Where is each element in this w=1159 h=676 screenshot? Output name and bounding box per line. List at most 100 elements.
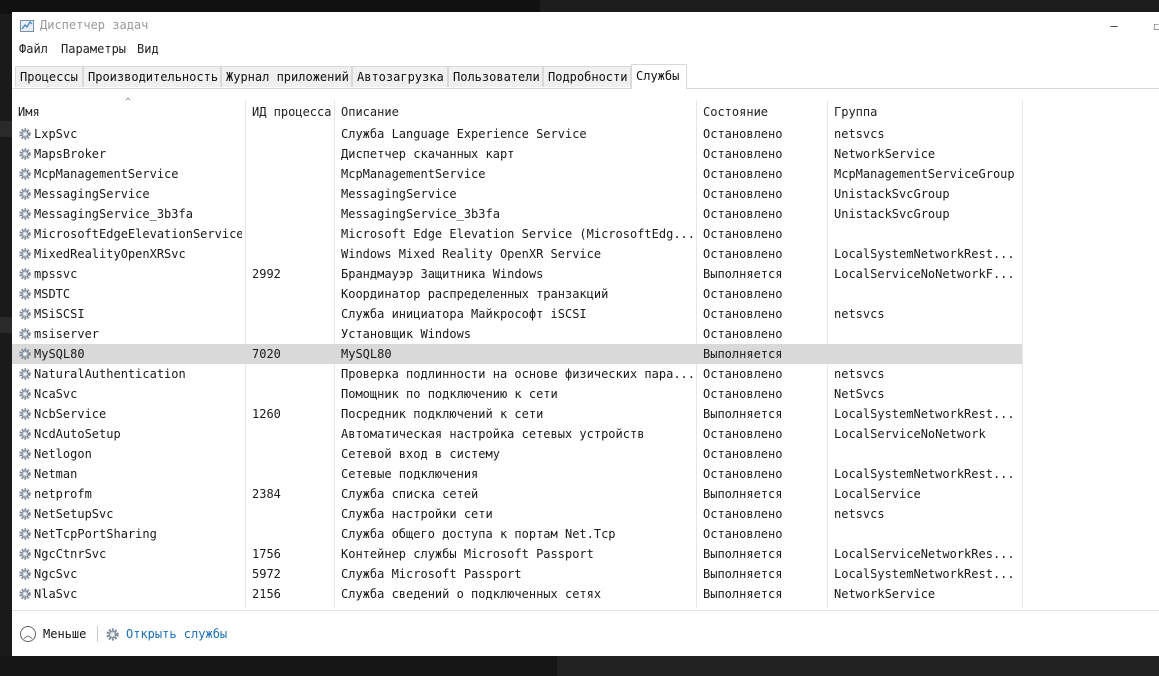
table-row[interactable]: Netman Сетевые подключения Остановлено Loca… bbox=[12, 464, 1022, 484]
service-gear-icon bbox=[19, 508, 31, 520]
service-status: Остановлено bbox=[703, 187, 783, 201]
table-row[interactable]: NetSetupSvc Служба настройки сети Остановл… bbox=[12, 504, 1022, 524]
service-status: Остановлено bbox=[703, 427, 783, 441]
tab-strip: Процессы Производительность Журнал прило… bbox=[12, 64, 1159, 89]
service-group: NetworkService bbox=[834, 587, 936, 601]
process-id: 1260 bbox=[252, 407, 281, 421]
table-row[interactable]: NgcCtnrSvc 1756 Контейнер службы Microsoft… bbox=[12, 544, 1022, 564]
service-name: NlaSvc bbox=[34, 587, 78, 601]
service-gear-icon bbox=[19, 388, 31, 400]
service-group: LocalSystemNetworkRest... bbox=[834, 407, 1015, 421]
service-status: Выполняется bbox=[703, 487, 783, 501]
service-gear-icon bbox=[19, 348, 31, 360]
service-group: LocalServiceNoNetworkF... bbox=[834, 267, 1015, 281]
menu-view[interactable]: Вид bbox=[137, 42, 159, 56]
service-status: Выполняется bbox=[703, 347, 783, 361]
table-row[interactable]: MixedRealityOpenXRSvc Windows Mixed Reali… bbox=[12, 244, 1022, 264]
service-gear-icon bbox=[19, 328, 31, 340]
table-row[interactable]: netprofm 2384 Служба списка сетей Выполняет… bbox=[12, 484, 1022, 504]
service-gear-icon bbox=[19, 268, 31, 280]
task-manager-icon bbox=[20, 20, 34, 32]
tab-users[interactable]: Пользователи bbox=[448, 66, 543, 87]
table-row[interactable]: MSDTC Координатор распределенных транзакц… bbox=[12, 284, 1022, 304]
fewer-details-button[interactable]: ︿ Меньше bbox=[20, 624, 86, 644]
tab-services[interactable]: Службы bbox=[631, 64, 687, 89]
chevron-up-icon: ︿ bbox=[20, 626, 36, 642]
process-id bbox=[252, 204, 332, 224]
service-status: Остановлено bbox=[703, 207, 783, 221]
service-name: NcdAutoSetup bbox=[34, 427, 121, 441]
tab-processes[interactable]: Процессы bbox=[15, 66, 83, 87]
column-header-status[interactable]: Состояние bbox=[697, 100, 827, 124]
service-gear-icon bbox=[19, 488, 31, 500]
menu-file[interactable]: Файл bbox=[19, 42, 48, 56]
process-id bbox=[252, 144, 332, 164]
column-header-name[interactable]: Имя bbox=[12, 100, 244, 124]
table-row[interactable]: Netlogon Сетевой вход в систему Остановлен… bbox=[12, 444, 1022, 464]
table-row[interactable]: MapsBroker Диспетчер скачанных карт Остано… bbox=[12, 144, 1022, 164]
table-row[interactable]: MicrosoftEdgeElevationService Microsoft E… bbox=[12, 224, 1022, 244]
gear-icon bbox=[106, 627, 119, 641]
service-gear-icon bbox=[19, 428, 31, 440]
service-description: Посредник подключений к сети bbox=[341, 407, 544, 421]
open-services-link[interactable]: Открыть службы bbox=[105, 624, 227, 644]
service-group: LocalServiceNetworkRes... bbox=[834, 547, 1015, 561]
table-row[interactable]: MessagingService MessagingService Остановл… bbox=[12, 184, 1022, 204]
tab-performance[interactable]: Производительность bbox=[83, 66, 221, 87]
service-gear-icon bbox=[19, 408, 31, 420]
process-id: 2156 bbox=[252, 587, 281, 601]
column-header-group[interactable]: Группа bbox=[828, 100, 1022, 124]
tab-details[interactable]: Подробности bbox=[543, 66, 631, 87]
service-status: Остановлено bbox=[703, 127, 783, 141]
title-bar: Диспетчер задач — ☐ bbox=[12, 12, 1159, 40]
process-id bbox=[252, 364, 332, 384]
column-header-pid[interactable]: ИД процесса bbox=[246, 100, 334, 124]
table-row[interactable]: mpssvc 2992 Брандмауэр Защитника Windows Вы… bbox=[12, 264, 1022, 284]
process-id bbox=[252, 464, 332, 484]
table-row[interactable]: MSiSCSI Служба инициатора Майкрософт iSCS… bbox=[12, 304, 1022, 324]
service-group bbox=[834, 444, 1020, 464]
service-description: Проверка подлинности на основе физически… bbox=[341, 367, 693, 381]
column-divider[interactable] bbox=[1022, 100, 1023, 608]
table-row[interactable]: msiserver Установщик Windows Остановлено bbox=[12, 324, 1022, 344]
process-id bbox=[252, 224, 332, 244]
service-name: NgcCtnrSvc bbox=[34, 547, 107, 561]
process-id bbox=[252, 304, 332, 324]
process-id bbox=[252, 524, 332, 544]
table-row[interactable]: NlaSvc 2156 Служба сведений о подключенных… bbox=[12, 584, 1022, 604]
tab-startup[interactable]: Автозагрузка bbox=[352, 66, 448, 87]
table-row[interactable]: NcdAutoSetup Автоматическая настройка сет… bbox=[12, 424, 1022, 444]
table-row[interactable]: NgcSvc 5972 Служба Microsoft Passport Выпол… bbox=[12, 564, 1022, 584]
table-row[interactable]: MessagingService_3b3fa MessagingService_3… bbox=[12, 204, 1022, 224]
service-description: Автоматическая настройка сетевых устройс… bbox=[341, 427, 645, 441]
tab-app-history[interactable]: Журнал приложений bbox=[221, 66, 352, 87]
service-description: Служба Microsoft Passport bbox=[341, 567, 522, 581]
table-row[interactable]: NcbService 1260 Посредник подключений к се… bbox=[12, 404, 1022, 424]
service-description: Служба сведений о подключенных сетях bbox=[341, 587, 602, 601]
table-row[interactable]: NetTcpPortSharing Служба общего доступа к… bbox=[12, 524, 1022, 544]
service-group: McpManagementServiceGroup bbox=[834, 167, 1015, 181]
minimize-button[interactable]: — bbox=[1102, 14, 1126, 38]
process-id: 2992 bbox=[252, 267, 281, 281]
service-gear-icon bbox=[19, 128, 31, 140]
service-status: Остановлено bbox=[703, 507, 783, 521]
service-status: Остановлено bbox=[703, 367, 783, 381]
service-gear-icon bbox=[19, 528, 31, 540]
table-row[interactable]: McpManagementService McpManagementService… bbox=[12, 164, 1022, 184]
service-name: NaturalAuthentication bbox=[34, 367, 186, 381]
table-row[interactable]: LxpSvc Служба Language Experience Service… bbox=[12, 124, 1022, 144]
menu-options[interactable]: Параметры bbox=[61, 42, 126, 56]
column-header-description[interactable]: Описание bbox=[335, 100, 695, 124]
process-id bbox=[252, 324, 332, 344]
table-row[interactable]: NcaSvc Помощник по подключению к сети Оста… bbox=[12, 384, 1022, 404]
table-row[interactable]: NaturalAuthentication Проверка подлинност… bbox=[12, 364, 1022, 384]
service-name: netprofm bbox=[34, 487, 92, 501]
service-gear-icon bbox=[19, 448, 31, 460]
service-description: MessagingService_3b3fa bbox=[341, 207, 500, 221]
service-name: Netman bbox=[34, 467, 78, 481]
service-name: NetTcpPortSharing bbox=[34, 527, 157, 541]
maximize-button[interactable]: ☐ bbox=[1145, 14, 1159, 38]
table-row[interactable]: MySQL80 7020 MySQL80 Выполняется bbox=[12, 344, 1022, 364]
process-id: 5972 bbox=[252, 567, 281, 581]
service-description: Брандмауэр Защитника Windows bbox=[341, 267, 544, 281]
